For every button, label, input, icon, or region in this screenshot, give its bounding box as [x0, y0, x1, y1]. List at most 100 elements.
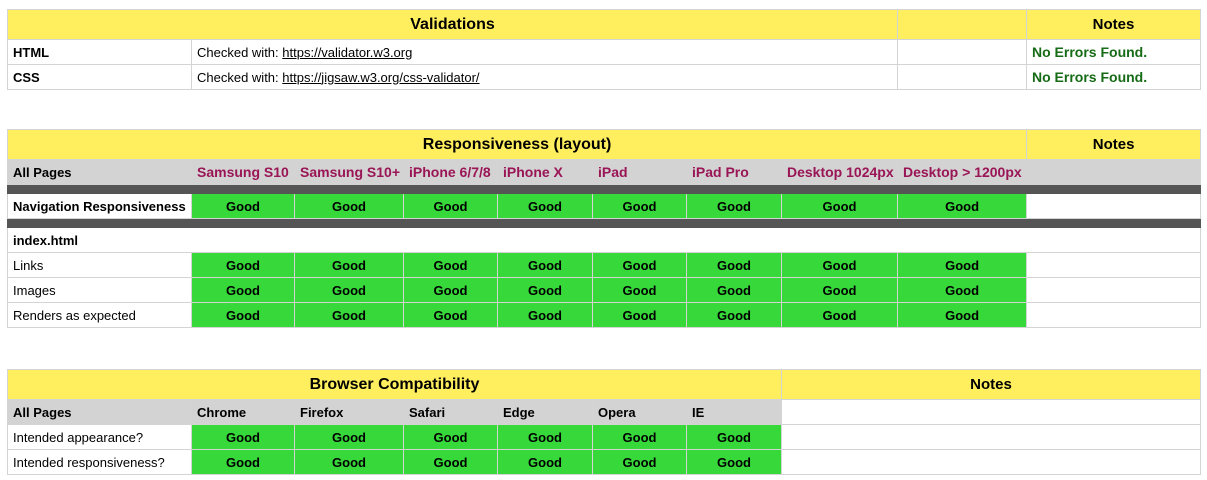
result-cell: Good — [497, 424, 593, 450]
table-row: Renders as expected Good Good Good Good … — [7, 302, 1202, 328]
page-label: index.html — [6, 227, 1202, 253]
result-cell: Good — [592, 424, 687, 450]
browser-header: Firefox — [294, 399, 404, 425]
validator-link[interactable]: https://validator.w3.org — [282, 45, 412, 60]
validation-method: Checked with: https://validator.w3.org — [191, 39, 898, 65]
checked-with-label: Checked with: — [197, 44, 279, 60]
all-pages-label: All Pages — [7, 159, 192, 185]
result-cell: Good — [191, 193, 295, 219]
empty-cell — [1026, 252, 1202, 278]
validation-method: Checked with: https://jigsaw.w3.org/css-… — [191, 64, 898, 90]
result-cell: Good — [896, 277, 1028, 303]
empty-cell — [1026, 159, 1202, 185]
result-cell: Good — [592, 193, 687, 219]
result-cell: Good — [592, 252, 687, 278]
row-label: Intended appearance? — [7, 424, 192, 450]
responsiveness-title: Responsiveness (layout) — [6, 129, 1028, 160]
separator — [6, 218, 1202, 228]
browser-header: Edge — [497, 399, 593, 425]
validations-table: Validations Notes HTML Checked with: htt… — [7, 9, 1201, 90]
result-cell: Good — [403, 424, 498, 450]
result-cell: Good — [592, 449, 687, 475]
table-row: Intended responsiveness? Good Good Good … — [7, 449, 1202, 475]
empty-cell — [1026, 277, 1202, 303]
result-cell: Good — [685, 449, 783, 475]
device-header: Desktop > 1200px — [896, 159, 1028, 185]
browser-compat-title: Browser Compatibility — [6, 369, 783, 400]
device-header: iPhone 6/7/8 — [403, 159, 498, 185]
result-cell: Good — [592, 302, 687, 328]
page-label-row: index.html — [6, 227, 1202, 253]
validation-note: No Errors Found. — [1026, 64, 1201, 90]
validation-note: No Errors Found. — [1026, 39, 1201, 65]
result-cell: Good — [191, 424, 295, 450]
result-cell: Good — [497, 302, 593, 328]
table-row: Navigation Responsiveness Good Good Good… — [7, 193, 1202, 219]
device-header: iPhone X — [497, 159, 593, 185]
validation-name: CSS — [7, 64, 192, 90]
browser-compat-table: Browser Compatibility Notes All Pages Ch… — [6, 369, 1202, 475]
separator-row — [6, 218, 1202, 228]
result-cell: Good — [781, 302, 898, 328]
result-cell: Good — [294, 424, 404, 450]
result-cell: Good — [896, 193, 1028, 219]
row-label: Renders as expected — [7, 302, 192, 328]
responsiveness-notes-header: Notes — [1026, 129, 1202, 160]
result-cell: Good — [403, 193, 498, 219]
result-cell: Good — [781, 193, 898, 219]
table-row: HTML Checked with: https://validator.w3.… — [7, 39, 1201, 65]
result-cell: Good — [592, 277, 687, 303]
table-row: Intended appearance? Good Good Good Good… — [7, 424, 1202, 450]
result-cell: Good — [191, 252, 295, 278]
device-header: iPad Pro — [686, 159, 782, 185]
validation-name: HTML — [7, 39, 192, 65]
result-cell: Good — [403, 302, 498, 328]
result-cell: Good — [294, 193, 404, 219]
device-header-row: All Pages Samsung S10 Samsung S10+ iPhon… — [7, 159, 1202, 185]
result-cell: Good — [403, 449, 498, 475]
device-header: Samsung S10+ — [294, 159, 404, 185]
browser-header: IE — [685, 399, 783, 425]
empty-cell — [897, 39, 1027, 65]
checked-with-label: Checked with: — [197, 69, 279, 85]
result-cell: Good — [294, 302, 404, 328]
result-cell: Good — [294, 449, 404, 475]
browser-header-row: All Pages Chrome Firefox Safari Edge Ope… — [7, 399, 1202, 425]
empty-cell — [781, 449, 1202, 475]
result-cell: Good — [497, 277, 593, 303]
result-cell: Good — [191, 302, 295, 328]
result-cell: Good — [781, 252, 898, 278]
result-cell: Good — [403, 277, 498, 303]
result-cell: Good — [686, 193, 782, 219]
empty-cell — [781, 399, 1202, 425]
result-cell: Good — [294, 252, 404, 278]
result-cell: Good — [497, 252, 593, 278]
result-cell: Good — [781, 277, 898, 303]
row-label: Navigation Responsiveness — [7, 193, 192, 219]
result-cell: Good — [685, 424, 783, 450]
result-cell: Good — [497, 193, 593, 219]
separator — [6, 184, 1202, 194]
table-row: Links Good Good Good Good Good Good Good… — [7, 252, 1202, 278]
row-label: Images — [7, 277, 192, 303]
browser-header: Opera — [592, 399, 687, 425]
validations-title: Validations — [7, 9, 898, 40]
responsiveness-table: Responsiveness (layout) Notes All Pages … — [6, 129, 1202, 328]
result-cell: Good — [191, 449, 295, 475]
empty-cell — [1026, 302, 1202, 328]
result-cell: Good — [686, 252, 782, 278]
empty-cell — [897, 64, 1027, 90]
validator-link[interactable]: https://jigsaw.w3.org/css-validator/ — [282, 70, 479, 85]
device-header: Desktop 1024px — [781, 159, 898, 185]
table-row: CSS Checked with: https://jigsaw.w3.org/… — [7, 64, 1201, 90]
result-cell: Good — [497, 449, 593, 475]
empty-header-cell — [897, 9, 1027, 40]
result-cell: Good — [403, 252, 498, 278]
separator-row — [6, 184, 1202, 194]
empty-cell — [781, 424, 1202, 450]
result-cell: Good — [896, 302, 1028, 328]
result-cell: Good — [191, 277, 295, 303]
validations-notes-header: Notes — [1026, 9, 1201, 40]
result-cell: Good — [294, 277, 404, 303]
result-cell: Good — [686, 302, 782, 328]
